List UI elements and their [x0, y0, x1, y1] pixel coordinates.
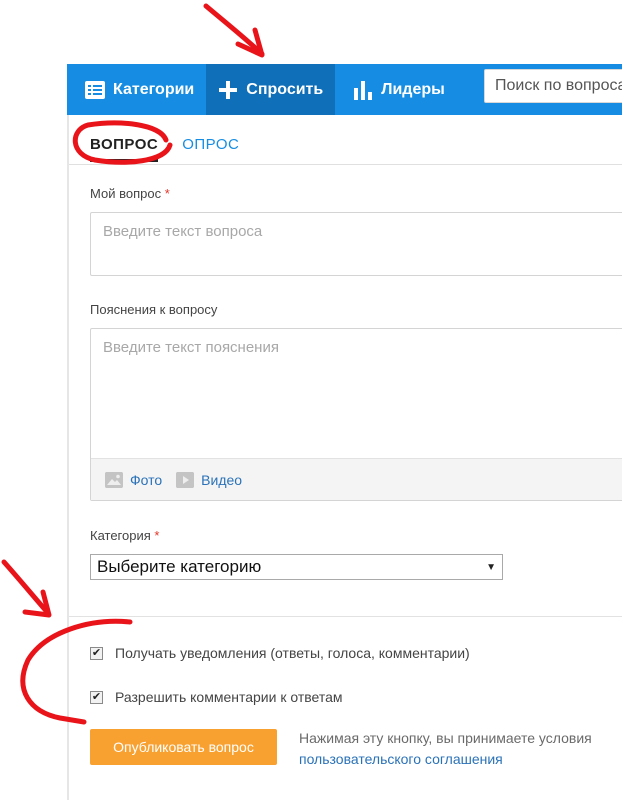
photo-label: Фото — [130, 471, 163, 488]
bracket-around-checkboxes — [20, 618, 133, 725]
media-toolbar: Фото Видео — [91, 458, 622, 500]
agreement-text: Нажимая эту кнопку, вы принимаете услови… — [299, 730, 592, 746]
bar-chart-icon — [353, 80, 373, 100]
top-nav: Категории Спросить Лидеры Поиск по вопро… — [67, 64, 622, 115]
category-label-text: Категория — [90, 528, 151, 543]
video-icon — [176, 471, 195, 488]
details-placeholder: Введите текст пояснения — [103, 339, 279, 356]
dropdown-arrow-icon: ▼ — [486, 561, 496, 573]
nav-categories-label: Категории — [113, 80, 195, 98]
nav-ask[interactable]: Спросить — [206, 64, 336, 115]
tabs-divider — [69, 164, 622, 165]
search-input[interactable]: Поиск по вопросам — [484, 69, 622, 103]
question-input[interactable]: Введите текст вопроса — [90, 212, 622, 276]
user-agreement-link[interactable]: пользовательского соглашения — [299, 749, 622, 770]
question-label-text: Мой вопрос — [90, 186, 162, 201]
details-label: Пояснения к вопросу — [90, 302, 218, 317]
question-type-tabs: ВОПРОС ОПРОС — [90, 136, 239, 162]
nav-leaders-label: Лидеры — [381, 80, 445, 98]
allow-comments-checkbox[interactable]: ✔ — [90, 690, 103, 704]
arrow-to-checkboxes-shaft — [1, 559, 51, 616]
add-photo-button[interactable]: Фото — [105, 471, 163, 488]
details-input[interactable]: Введите текст пояснения Фото Видео — [90, 328, 622, 501]
photo-icon — [105, 471, 123, 488]
video-label: Видео — [201, 471, 243, 488]
arrow-to-ask-shaft — [203, 3, 265, 57]
notify-label: Получать уведомления (ответы, голоса, ко… — [115, 645, 470, 661]
add-video-button[interactable]: Видео — [176, 471, 243, 488]
page-left-border — [67, 115, 69, 800]
category-selected-value: Выберите категорию — [97, 557, 262, 576]
nav-leaders[interactable]: Лидеры — [335, 64, 457, 115]
plus-icon — [218, 80, 238, 100]
category-select[interactable]: Выберите категорию ▼ — [90, 554, 503, 580]
notify-checkbox[interactable]: ✔ — [90, 646, 103, 660]
required-mark: * — [164, 186, 170, 201]
nav-ask-label: Спросить — [246, 80, 324, 98]
tab-question[interactable]: ВОПРОС — [90, 136, 159, 162]
tab-poll[interactable]: ОПРОС — [182, 136, 239, 162]
category-label: Категория * — [90, 528, 159, 543]
notify-option: ✔ Получать уведомления (ответы, голоса, … — [90, 645, 470, 661]
publish-button[interactable]: Опубликовать вопрос — [90, 729, 277, 765]
nav-categories[interactable]: Категории — [67, 64, 206, 115]
list-icon — [85, 80, 105, 100]
allow-comments-label: Разрешить комментарии к ответам — [115, 689, 343, 705]
category-required-mark: * — [154, 528, 160, 543]
arrow-to-checkboxes-head — [22, 589, 52, 618]
section-divider — [69, 616, 622, 617]
arrow-to-ask-head — [235, 27, 265, 58]
search-placeholder: Поиск по вопросам — [495, 77, 622, 94]
question-label: Мой вопрос * — [90, 186, 170, 201]
allow-comments-option: ✔ Разрешить комментарии к ответам — [90, 689, 343, 705]
question-placeholder: Введите текст вопроса — [103, 223, 263, 240]
agreement-note: Нажимая эту кнопку, вы принимаете услови… — [299, 728, 622, 770]
